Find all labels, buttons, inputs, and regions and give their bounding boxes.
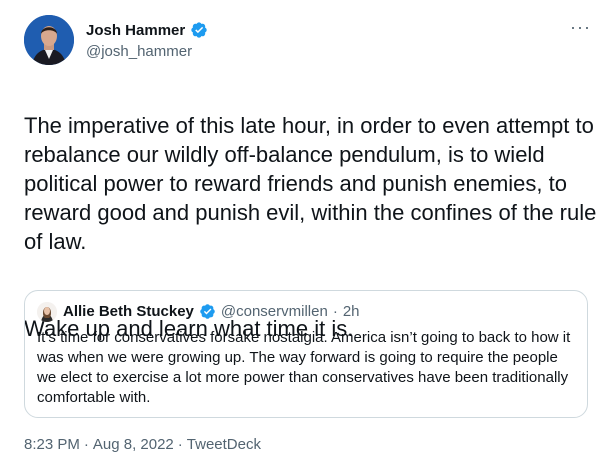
tweet-source-link[interactable]: TweetDeck	[187, 436, 261, 453]
quoted-author-avatar[interactable]	[37, 302, 57, 322]
tweet-date[interactable]: Aug 8, 2022	[93, 436, 174, 453]
tweet-card: Josh Hammer @josh_hammer ··· The imperat…	[0, 0, 609, 465]
quoted-author-name[interactable]: Allie Beth Stuckey	[63, 303, 194, 320]
author-handle[interactable]: @josh_hammer	[86, 43, 192, 60]
author-name-row: Josh Hammer	[86, 21, 208, 39]
separator-dot: ·	[177, 436, 183, 453]
quoted-tweet[interactable]: Allie Beth Stuckey @conservmillen · 2h I…	[24, 290, 588, 418]
quoted-author-handle[interactable]: @conservmillen	[221, 303, 328, 320]
quoted-timestamp[interactable]: 2h	[343, 303, 360, 320]
author-avatar[interactable]	[24, 15, 74, 65]
separator-dot: ·	[332, 303, 338, 320]
quoted-tweet-text: It’s time for conservatives forsake nost…	[37, 329, 571, 406]
tweet-paragraph: The imperative of this late hour, in ord…	[24, 113, 597, 254]
verified-badge-icon	[199, 303, 216, 320]
tweet-metadata: 8:23 PM · Aug 8, 2022 · TweetDeck	[24, 436, 261, 453]
more-options-icon[interactable]: ···	[570, 18, 591, 36]
separator-dot: ·	[83, 436, 89, 453]
tweet-time[interactable]: 8:23 PM	[24, 436, 80, 453]
verified-badge-icon	[190, 21, 208, 39]
author-display-name[interactable]: Josh Hammer	[86, 22, 185, 39]
quoted-tweet-header: Allie Beth Stuckey @conservmillen · 2h	[63, 303, 360, 320]
